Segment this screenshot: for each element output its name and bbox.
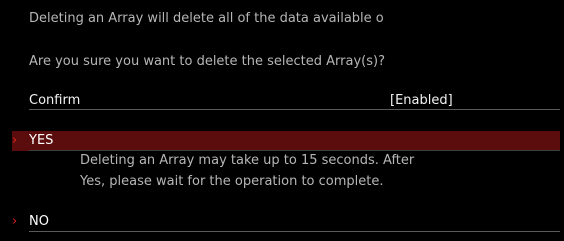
confirm-value[interactable]: [Enabled] [390, 93, 453, 108]
yes-help-text-line-1: Deleting an Array may take up to 15 seco… [80, 153, 415, 168]
yes-help-text-line-2: Yes, please wait for the operation to co… [80, 174, 384, 189]
confirm-setting-row[interactable]: Confirm [Enabled] [29, 92, 560, 110]
divider [29, 150, 560, 151]
yes-option-label: YES [29, 133, 54, 148]
confirm-label: Confirm [29, 93, 81, 108]
divider [29, 109, 560, 110]
divider [29, 231, 560, 232]
no-option[interactable]: › NO [12, 212, 560, 232]
bios-delete-array-dialog: Deleting an Array will delete all of the… [0, 0, 564, 241]
chevron-right-icon: › [12, 214, 18, 229]
no-option-label: NO [29, 214, 49, 229]
chevron-right-icon: › [12, 133, 18, 148]
delete-warning-text: Deleting an Array will delete all of the… [29, 11, 384, 26]
delete-confirmation-question: Are you sure you want to delete the sele… [29, 54, 385, 69]
yes-option[interactable]: › YES [12, 131, 560, 151]
